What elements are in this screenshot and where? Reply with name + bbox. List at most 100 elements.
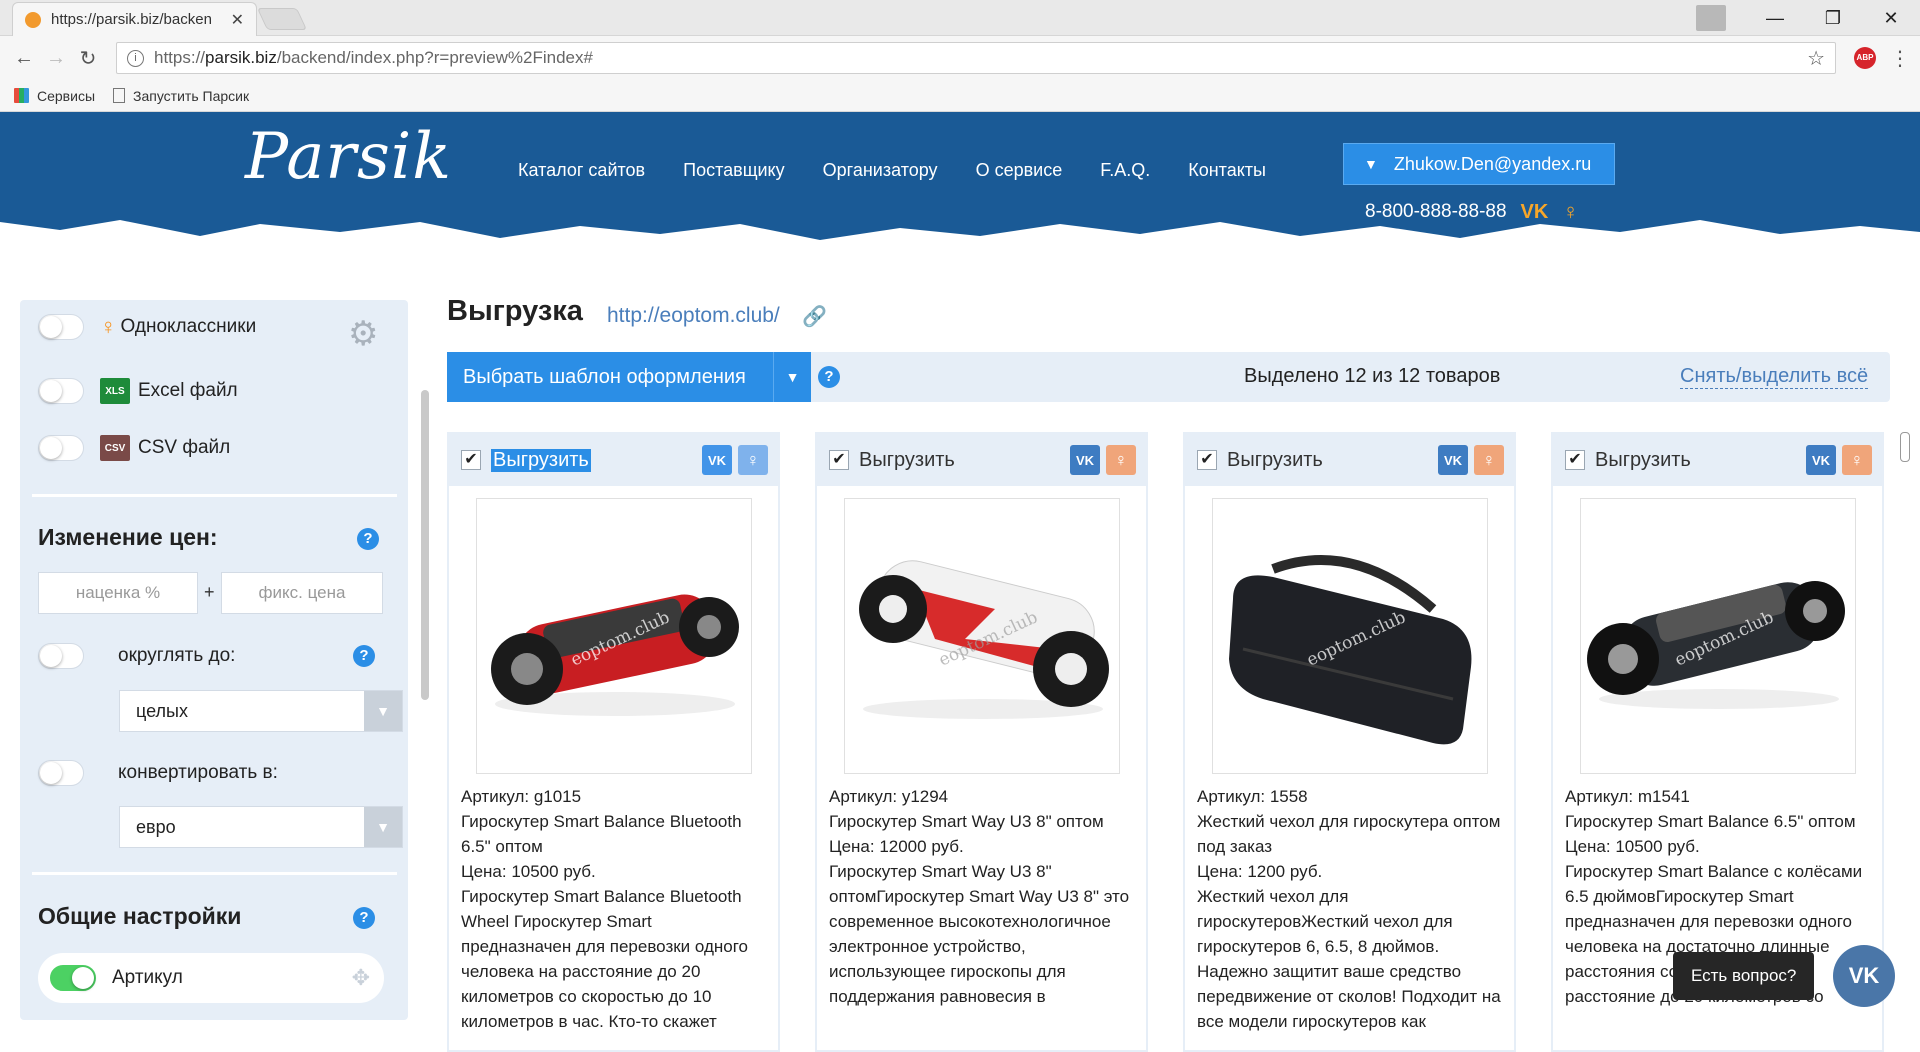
nav-catalog[interactable]: Каталог сайтов [518, 160, 645, 181]
link-icon[interactable]: 🔗 [802, 304, 827, 329]
chat-question-bubble[interactable]: Есть вопрос? [1673, 952, 1815, 1000]
reload-icon[interactable]: ↻ [74, 46, 102, 71]
browser-menu-icon[interactable]: ⋮ [1890, 46, 1910, 71]
back-arrow-icon[interactable]: ← [10, 47, 38, 70]
url-prefix: https:// [154, 48, 206, 67]
settings-sidebar: ♀ Одноклассники ⚙ XLS Excel файл CSV CSV… [20, 300, 408, 1020]
round-toggle[interactable] [38, 643, 84, 669]
export-checkbox[interactable]: ✔ [1565, 450, 1585, 470]
product-image[interactable]: eoptom.club [1579, 498, 1856, 774]
help-icon[interactable]: ? [818, 366, 840, 388]
help-icon[interactable]: ? [353, 645, 375, 667]
vk-icon[interactable]: VK [1070, 445, 1100, 475]
close-tab-icon[interactable]: ✕ [231, 10, 244, 30]
bookmark-star-icon[interactable]: ☆ [1807, 46, 1825, 71]
article-toggle[interactable] [50, 965, 96, 991]
vk-icon[interactable]: VK [1521, 201, 1549, 224]
url-input[interactable]: i https://parsik.biz/backend/index.php?r… [116, 42, 1836, 74]
fixed-price-input[interactable]: фикс. цена [221, 572, 383, 614]
template-button-label: Выбрать шаблон оформления [447, 352, 773, 402]
product-price: Цена: 10500 руб. [1565, 837, 1700, 856]
page-scrollbar[interactable] [1900, 432, 1910, 462]
odnoklassniki-icon[interactable]: ♀ [1106, 445, 1136, 475]
page-title: Выгрузка [447, 295, 583, 327]
product-image[interactable]: eoptom.club [475, 498, 752, 774]
product-name: Гироскутер Smart Balance 6.5" оптом [1565, 812, 1856, 831]
new-tab-button[interactable] [256, 8, 308, 30]
url-path: /backend/index.php?r=preview%2Findex# [276, 48, 593, 67]
forward-arrow-icon[interactable]: → [42, 47, 70, 70]
vk-icon[interactable]: VK [1806, 445, 1836, 475]
adblock-icon[interactable]: ABP [1854, 47, 1876, 69]
minimize-icon[interactable]: — [1746, 8, 1804, 29]
page-icon [113, 88, 126, 103]
help-icon[interactable]: ? [357, 528, 379, 550]
csv-toggle[interactable] [38, 435, 84, 461]
csv-file-icon: CSV [100, 435, 130, 461]
export-label[interactable]: Выгрузить [1227, 449, 1432, 472]
product-price: Цена: 1200 руб. [1197, 862, 1323, 881]
export-checkbox[interactable]: ✔ [1197, 450, 1217, 470]
nav-supplier[interactable]: Поставщику [683, 160, 785, 181]
export-label[interactable]: Выгрузить [491, 448, 591, 472]
currency-value: евро [136, 816, 176, 837]
shop-url-link[interactable]: http://eoptom.club/ [607, 304, 780, 328]
bookmark-services[interactable]: Сервисы [14, 88, 95, 104]
round-value: целых [136, 700, 188, 721]
gear-icon[interactable]: ⚙ [348, 314, 378, 354]
main-nav: Каталог сайтов Поставщику Организатору О… [518, 160, 1304, 181]
vk-chat-button[interactable]: VK [1833, 945, 1895, 1007]
export-checkbox[interactable]: ✔ [829, 450, 849, 470]
nav-contacts[interactable]: Контакты [1188, 160, 1266, 181]
restore-icon[interactable]: ❐ [1804, 8, 1862, 29]
markup-input[interactable]: наценка % [38, 572, 198, 614]
ok-toggle[interactable] [38, 314, 84, 340]
product-image[interactable]: eoptom.club [1211, 498, 1488, 774]
product-description: Артикул: g1015 Гироскутер Smart Balance … [449, 774, 778, 1034]
drag-handle-icon[interactable]: ✥ [352, 965, 370, 991]
product-name: Жесткий чехол для гироскутера оптом под … [1197, 812, 1501, 856]
round-select[interactable]: целых ▼ [119, 690, 403, 732]
export-csv-row: CSV CSV файл [38, 435, 230, 461]
browser-tab[interactable]: https://parsik.biz/backen ✕ [12, 2, 257, 36]
phone-number: 8-800-888-88-88 [1365, 201, 1507, 222]
export-excel-row: XLS Excel файл [38, 378, 238, 404]
nav-faq[interactable]: F.A.Q. [1100, 160, 1150, 181]
choose-template-button[interactable]: Выбрать шаблон оформления ▼ [447, 352, 811, 402]
user-menu-button[interactable]: ▼ Zhukow.Den@yandex.ru [1343, 143, 1615, 185]
export-label[interactable]: Выгрузить [859, 449, 1064, 472]
bookmark-label: Запустить Парсик [133, 87, 250, 104]
chevron-down-icon[interactable]: ▼ [773, 352, 811, 402]
nav-organizer[interactable]: Организатору [823, 160, 938, 181]
toggle-select-all-link[interactable]: Снять/выделить всё [1680, 365, 1869, 389]
close-window-icon[interactable]: ✕ [1862, 8, 1920, 29]
odnoklassniki-icon[interactable]: ♀ [1842, 445, 1872, 475]
currency-select[interactable]: евро ▼ [119, 806, 403, 848]
export-csv-label: CSV файл [138, 437, 231, 458]
product-card: ✔ Выгрузить VK ♀ eoptom.club Артикул: 15… [1183, 432, 1516, 1052]
bookmark-run-parsik[interactable]: Запустить Парсик [113, 88, 249, 104]
odnoklassniki-icon[interactable]: ♀ [1562, 199, 1579, 225]
product-name: Гироскутер Smart Way U3 8" оптом [829, 812, 1104, 831]
nav-about[interactable]: О сервисе [976, 160, 1063, 181]
export-checkbox[interactable]: ✔ [461, 450, 481, 470]
vk-icon[interactable]: VK [1438, 445, 1468, 475]
sidebar-scrollbar[interactable] [421, 390, 429, 700]
help-icon[interactable]: ? [353, 907, 375, 929]
profile-icon[interactable] [1696, 5, 1726, 31]
info-icon[interactable]: i [127, 49, 144, 67]
round-row: округлять до: [38, 643, 235, 669]
window-controls: — ❐ ✕ [1696, 0, 1920, 36]
odnoklassniki-icon[interactable]: ♀ [738, 445, 768, 475]
export-ok-label: Одноклассники [120, 316, 257, 337]
card-header: ✔ Выгрузить VK ♀ [817, 434, 1146, 486]
article-field-row[interactable]: Артикул ✥ [38, 953, 384, 1003]
site-logo[interactable]: Parsik [245, 120, 452, 194]
product-image[interactable]: eoptom.club [843, 498, 1120, 774]
export-label[interactable]: Выгрузить [1595, 449, 1800, 472]
convert-toggle[interactable] [38, 760, 84, 786]
vk-icon[interactable]: VK [702, 445, 732, 475]
excel-toggle[interactable] [38, 378, 84, 404]
odnoklassniki-icon[interactable]: ♀ [1474, 445, 1504, 475]
product-description: Артикул: 1558 Жесткий чехол для гироскут… [1185, 774, 1514, 1034]
